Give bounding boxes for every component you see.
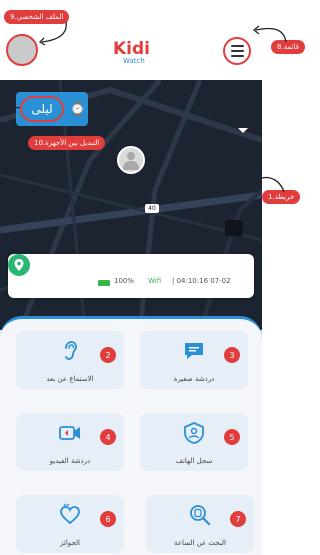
watch-icon: ⌚ xyxy=(70,102,85,116)
map-child-marker[interactable] xyxy=(117,146,145,174)
logo-text: Kidi xyxy=(113,39,150,59)
location-pin-icon[interactable] xyxy=(8,254,30,276)
hamburger-line xyxy=(230,45,244,47)
tile-number-badge: 2 xyxy=(100,347,116,363)
tile-rewards[interactable]: 6 الجوائز xyxy=(16,495,124,553)
chat-icon xyxy=(185,343,203,359)
device-name: ليلى xyxy=(20,96,64,122)
device-status-card[interactable]: 100% Wifi | 04:10:16 07-02 xyxy=(8,254,254,298)
hamburger-line xyxy=(230,50,244,52)
menu-button[interactable] xyxy=(223,37,251,65)
marker-body xyxy=(123,161,139,170)
tile-number-badge: 4 xyxy=(100,429,116,445)
annotation-menu: 8.قائمة xyxy=(271,40,305,54)
phone-screen: Kidi Watch ليلى ⌚ 40 100% Wifi | 04:10:1… xyxy=(0,0,262,555)
tile-mini-chat[interactable]: 3 دردشة صغيرة xyxy=(140,331,248,389)
marker-head xyxy=(127,152,135,160)
battery-icon xyxy=(98,280,110,286)
tile-number-badge: 3 xyxy=(224,347,240,363)
side-marker-3: 3 xyxy=(253,180,259,189)
watch-search-icon xyxy=(190,505,211,526)
hamburger-line xyxy=(230,55,244,57)
road-number-sign: 40 xyxy=(145,204,159,213)
tile-remote-listen[interactable]: 2 الاستماع عن بعد xyxy=(16,331,124,389)
tile-number-badge: 5 xyxy=(224,429,240,445)
device-switch-button[interactable]: ليلى ⌚ xyxy=(16,92,88,126)
tile-label: البحث عن الساعة xyxy=(174,539,226,547)
annotation-profile: 9.الملف الشخصي xyxy=(4,10,70,24)
map-view[interactable]: ليلى ⌚ 40 100% Wifi | 04:10:16 07-02 xyxy=(0,80,262,330)
tile-label: دردشة الفيديو xyxy=(49,457,91,465)
logo-subtext: Watch xyxy=(123,57,145,65)
annotation-switch-devices: 10.التبديل بين الأجهزة xyxy=(28,136,106,150)
tile-label: الاستماع عن بعد xyxy=(46,375,94,383)
tile-label: الجوائز xyxy=(60,539,80,547)
kidi-watch-logo: Kidi Watch xyxy=(113,39,150,65)
shield-user-icon xyxy=(184,422,204,444)
last-update-time: | 04:10:16 07-02 xyxy=(172,277,231,285)
tile-number-badge: 7 xyxy=(230,511,246,527)
battery-percent: 100% xyxy=(114,277,135,285)
tile-video-chat[interactable]: 4 دردشة الفيديو xyxy=(16,413,124,471)
map-dropdown-caret-icon[interactable] xyxy=(238,128,248,133)
tile-phone-log[interactable]: 5 سجل الهاتف xyxy=(140,413,248,471)
tile-label: دردشة صغيرة xyxy=(173,375,215,383)
tile-label: سجل الهاتف xyxy=(175,457,213,465)
heart-hand-icon xyxy=(60,503,80,525)
annotation-map: 1.خريطة xyxy=(262,190,301,204)
profile-avatar[interactable] xyxy=(6,34,38,66)
video-camera-icon xyxy=(59,426,80,440)
network-type: Wifi xyxy=(148,277,162,285)
ear-icon xyxy=(65,341,77,360)
feature-grid: 2 الاستماع عن بعد 3 دردشة صغيرة 4 دردشة … xyxy=(0,316,262,555)
tile-number-badge: 6 xyxy=(100,511,116,527)
side-marker-4: 4 xyxy=(255,258,261,267)
tile-find-watch[interactable]: 7 البحث عن الساعة xyxy=(146,495,254,553)
